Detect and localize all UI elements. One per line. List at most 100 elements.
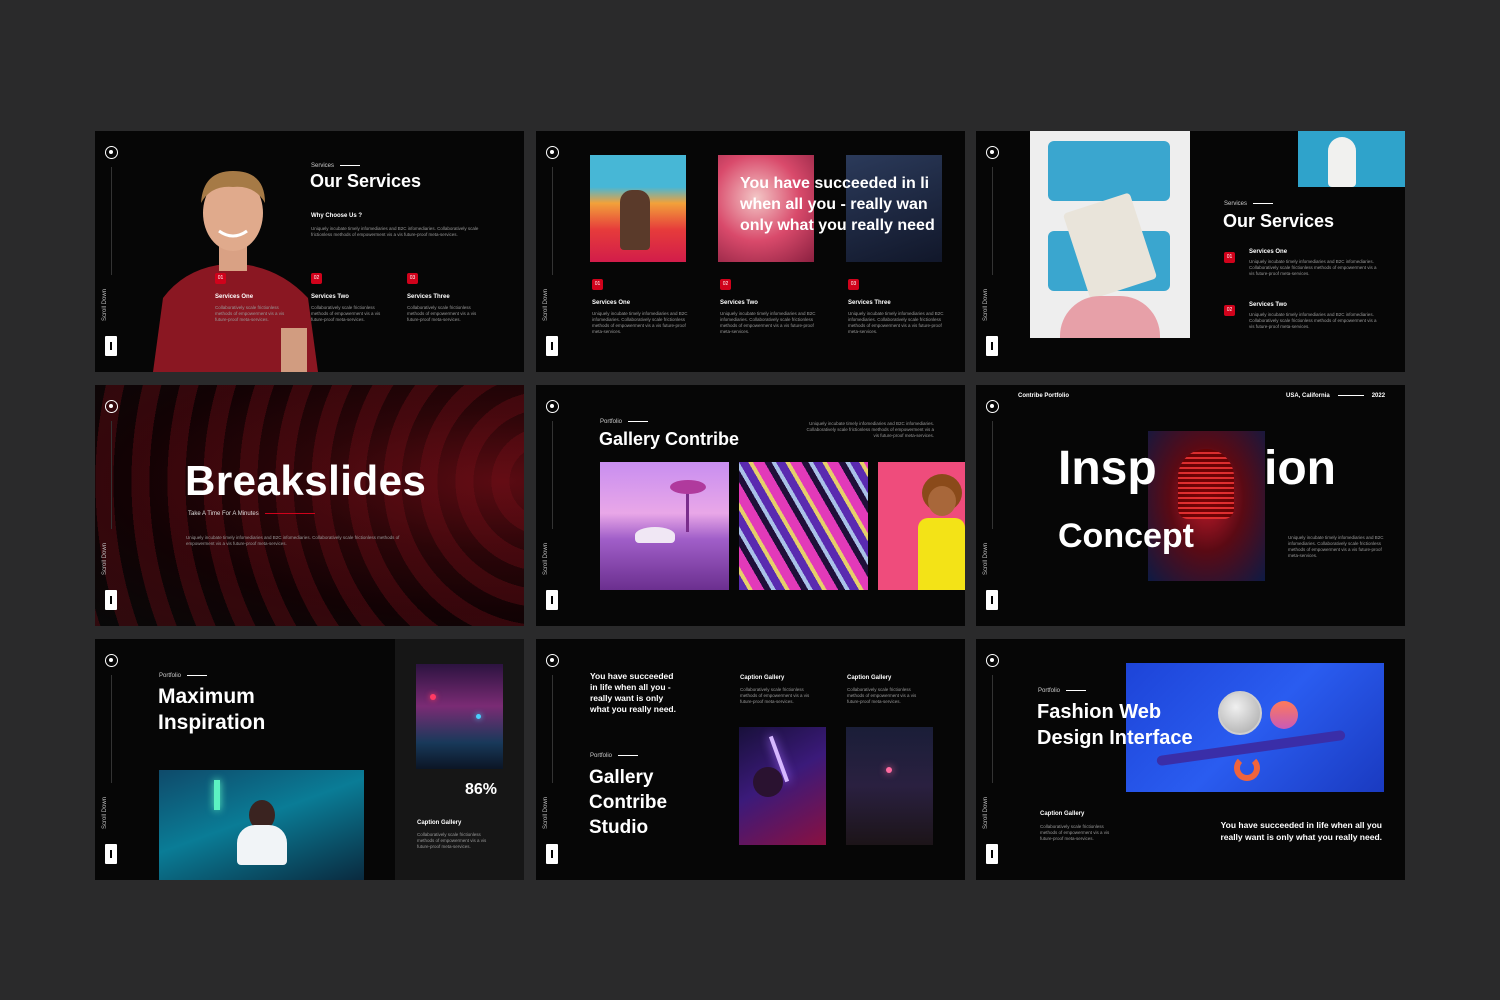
slide-title: Maximum Inspiration <box>158 685 266 734</box>
slide-rail: Scroll Down <box>976 385 1008 626</box>
caption-desc: Collaboratively scale frictionless metho… <box>847 687 917 704</box>
service-desc: Uniquely incubate timely infomediaries a… <box>1249 259 1377 276</box>
neon-room-photo <box>159 770 364 880</box>
kicker: Portfolio <box>600 419 649 425</box>
slide-rail: Scroll Down <box>536 385 568 626</box>
slide-gallery-contribe[interactable]: Scroll Down Portfolio Gallery Contribe U… <box>536 385 965 626</box>
logo-icon <box>105 400 118 413</box>
landscape-photo <box>600 462 729 590</box>
divider <box>552 421 553 529</box>
scroll-down-button[interactable] <box>546 590 558 610</box>
service-title: Services One <box>592 300 631 306</box>
scroll-down-button[interactable] <box>105 336 117 356</box>
slide-title: Breakslides <box>185 457 427 504</box>
slide-breakslides[interactable]: Scroll Down Breakslides Take A Time For … <box>95 385 524 626</box>
scroll-label: Scroll Down <box>983 796 989 829</box>
scroll-label: Scroll Down <box>543 288 549 321</box>
divider <box>111 421 112 529</box>
scroll-label: Scroll Down <box>543 796 549 829</box>
slide-rail: Scroll Down <box>95 385 127 626</box>
caption-title: Caption Gallery <box>847 675 892 681</box>
service-number: 03 <box>848 279 859 290</box>
scroll-down-button[interactable] <box>105 590 117 610</box>
service-title: Services One <box>1249 249 1288 255</box>
service-number: 01 <box>1224 252 1235 263</box>
service-number: 03 <box>407 273 418 284</box>
quote: You have succeeded in life when all you -… <box>590 671 676 714</box>
scroll-down-button[interactable] <box>986 844 998 864</box>
brand-label: Contribe Portfolio <box>1018 393 1069 399</box>
city-night-photo <box>416 664 503 769</box>
scroll-down-button[interactable] <box>105 844 117 864</box>
night-field-photo <box>846 727 933 845</box>
marble-photo <box>739 462 868 590</box>
logo-icon <box>546 400 559 413</box>
colorful-photo <box>590 155 686 262</box>
description: Uniquely incubate timely infomediaries a… <box>186 535 400 546</box>
scroll-down-button[interactable] <box>986 336 998 356</box>
logo-icon <box>546 146 559 159</box>
service-desc: Uniquely incubate timely infomediaries a… <box>848 311 944 334</box>
subheading: Why Choose Us ? <box>311 213 363 219</box>
slide-rail: Scroll Down <box>976 131 1008 372</box>
caption-title: Caption Gallery <box>417 820 462 826</box>
service-number: 02 <box>1224 305 1235 316</box>
scroll-label: Scroll Down <box>543 542 549 575</box>
scroll-down-button[interactable] <box>546 844 558 864</box>
slide-title: Gallery Contribe <box>599 429 740 449</box>
kicker: Services <box>311 163 361 169</box>
scroll-label: Scroll Down <box>102 288 108 321</box>
scroll-label: Scroll Down <box>983 288 989 321</box>
slide-services-quote[interactable]: Scroll Down You have succeeded in li when… <box>536 131 965 372</box>
service-title: Services Two <box>720 300 758 306</box>
slide-maximum-inspiration[interactable]: Scroll Down Portfolio Maximum Inspiration… <box>95 639 524 880</box>
slide-rail: Scroll Down <box>976 639 1008 880</box>
service-desc: Uniquely incubate timely infomediaries a… <box>1249 312 1377 329</box>
art-photo <box>1030 131 1190 338</box>
caption-title: Caption Gallery <box>740 675 785 681</box>
logo-icon <box>105 146 118 159</box>
subtitle: Take A Time For A Minutes <box>188 511 315 517</box>
slide-rail: Scroll Down <box>536 639 568 880</box>
slide-gallery-contribe-studio[interactable]: Scroll Down You have succeeded in life wh… <box>536 639 965 880</box>
service-desc: Collaboratively scale frictionless metho… <box>215 305 285 322</box>
caption-title: Caption Gallery <box>1040 811 1085 817</box>
service-title: Services Two <box>311 294 349 300</box>
divider <box>992 167 993 275</box>
slide-title: Fashion Web Design Interface <box>1037 701 1193 749</box>
slide-our-services-2[interactable]: Scroll Down Services Our Services 01 Ser… <box>976 131 1405 372</box>
caption-desc: Collaboratively scale frictionless metho… <box>417 832 487 849</box>
service-desc: Uniquely incubate timely infomediaries a… <box>592 311 688 334</box>
swirl-background <box>95 385 524 626</box>
service-title: Services Three <box>407 294 450 300</box>
kicker: Portfolio <box>590 753 639 759</box>
slide-our-services-1[interactable]: Scroll Down Services Our Services Why Ch… <box>95 131 524 372</box>
neon-tube-photo <box>739 727 826 845</box>
slide-rail: Scroll Down <box>95 131 127 372</box>
scroll-label: Scroll Down <box>102 542 108 575</box>
slide-inspiration-concept[interactable]: Scroll Down Contribe Portfolio USA, Cali… <box>976 385 1405 626</box>
kicker: Portfolio <box>159 673 208 679</box>
service-number: 01 <box>215 273 226 284</box>
logo-icon <box>546 654 559 667</box>
service-title: Services Two <box>1249 302 1287 308</box>
service-desc: Collaboratively scale frictionless metho… <box>311 305 381 322</box>
kicker: Services <box>1224 201 1274 207</box>
neon-portrait-photo <box>1148 431 1265 581</box>
intro-text: Uniquely incubate timely infomediaries a… <box>311 226 479 237</box>
service-title: Services One <box>215 294 254 300</box>
description: Uniquely incubate timely infomediaries a… <box>1288 535 1384 558</box>
woman-photo <box>878 462 965 590</box>
service-number: 02 <box>311 273 322 284</box>
slide-fashion-web-design[interactable]: Scroll Down Portfolio Fashion Web Design … <box>976 639 1405 880</box>
scroll-down-button[interactable] <box>986 590 998 610</box>
quote: You have succeeded in li when all you - r… <box>740 175 935 234</box>
divider <box>111 675 112 783</box>
slide-rail: Scroll Down <box>95 639 127 880</box>
divider <box>111 167 112 275</box>
service-desc: Uniquely incubate timely infomediaries a… <box>720 311 816 334</box>
scroll-down-button[interactable] <box>546 336 558 356</box>
slide-title: Gallery Contribe Studio <box>589 767 668 838</box>
service-desc: Collaboratively scale frictionless metho… <box>407 305 477 322</box>
divider <box>992 675 993 783</box>
